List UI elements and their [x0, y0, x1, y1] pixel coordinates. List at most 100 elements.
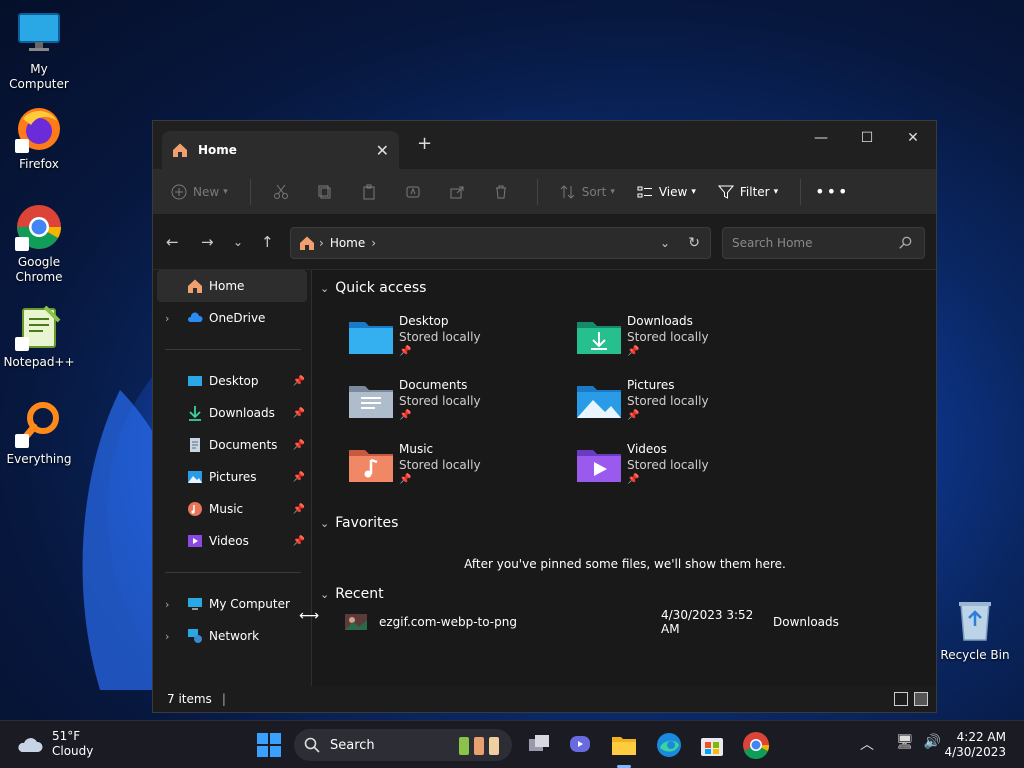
sort-button[interactable]: Sort ▾: [560, 184, 615, 200]
favorites-header[interactable]: ⌄ Favorites: [320, 515, 398, 531]
more-options-button[interactable]: •••: [815, 182, 849, 201]
desktop-icon-recycle-bin[interactable]: Recycle Bin: [936, 596, 1014, 663]
up-arrow-icon[interactable]: ↑: [261, 233, 274, 251]
rename-icon: [406, 186, 420, 197]
file-explorer-taskbar-icon[interactable]: [609, 730, 639, 760]
recent-locations-chevron-icon[interactable]: ⌄: [233, 235, 243, 249]
expand-chevron-icon[interactable]: ›: [165, 598, 169, 611]
command-bar: New ▾ Sort ▾ View ▾ Filter ▾ •••: [153, 169, 936, 215]
desktop-icon-my-computer[interactable]: My Computer: [0, 10, 78, 92]
weather-widget[interactable]: 51°F Cloudy: [16, 729, 93, 759]
clock[interactable]: 4:22 AM 4/30/2023: [944, 730, 1006, 760]
tab-home[interactable]: Home ✕: [162, 131, 399, 169]
address-dropdown-chevron-icon[interactable]: ⌄: [660, 236, 670, 250]
quick-access-downloads[interactable]: Downloads Stored locally 📌: [577, 312, 797, 372]
music-icon: [188, 502, 202, 516]
sidebar-item-videos[interactable]: Videos 📌: [153, 525, 311, 557]
pane-splitter[interactable]: [311, 270, 312, 688]
shortcut-arrow-icon: [15, 139, 29, 153]
close-window-button[interactable]: ✕: [890, 123, 936, 153]
download-icon: [189, 406, 201, 421]
clock-time: 4:22 AM: [956, 730, 1006, 744]
desktop-icon-everything[interactable]: Everything: [0, 400, 78, 467]
quick-access-header[interactable]: ⌄ Quick access: [320, 280, 426, 296]
rename-button[interactable]: [405, 184, 427, 200]
maximize-button[interactable]: ☐: [844, 123, 890, 153]
tab-title: Home: [198, 143, 237, 157]
quick-access-pictures[interactable]: Pictures Stored locally 📌: [577, 376, 797, 436]
filter-button[interactable]: Filter ▾: [717, 184, 778, 200]
chat-icon[interactable]: [566, 730, 596, 760]
expand-chevron-icon[interactable]: ›: [165, 312, 169, 325]
sidebar-item-label: Videos: [209, 534, 249, 548]
paste-button[interactable]: [361, 184, 383, 200]
windows-start-icon[interactable]: [254, 730, 284, 760]
new-tab-button[interactable]: +: [417, 133, 432, 154]
sidebar-item-pictures[interactable]: Pictures 📌: [153, 461, 311, 493]
sidebar-item-my-computer[interactable]: › My Computer: [153, 588, 311, 620]
view-label: View: [658, 184, 688, 199]
microsoft-store-icon[interactable]: [697, 730, 727, 760]
task-view-icon[interactable]: [524, 730, 554, 760]
file-explorer-window: Home ✕ + — ☐ ✕ New ▾ Sort ▾ View ▾ Filte…: [152, 120, 937, 713]
sidebar-item-onedrive[interactable]: › OneDrive: [153, 302, 311, 334]
details-view-icon[interactable]: [894, 692, 908, 706]
recycle-bin-icon: [951, 596, 999, 644]
desktop-icon-firefox[interactable]: Firefox: [0, 105, 78, 172]
volume-icon[interactable]: 🔊: [924, 734, 941, 754]
sidebar-item-label: Documents: [209, 438, 278, 452]
home-icon: [188, 279, 202, 293]
item-count: 7 items: [167, 692, 212, 706]
group-heading: Quick access: [335, 280, 427, 296]
collapse-chevron-icon: ⌄: [320, 516, 330, 530]
refresh-icon[interactable]: ↻: [688, 235, 700, 251]
clock-date: 4/30/2023: [944, 745, 1006, 759]
sidebar-item-documents[interactable]: Documents 📌: [153, 429, 311, 461]
minimize-button[interactable]: —: [798, 123, 844, 153]
back-arrow-icon[interactable]: ←: [166, 233, 179, 251]
pin-icon: 📌: [292, 503, 305, 515]
recent-file-row[interactable]: ezgif.com-webp-to-png 4/30/2023 3:52 AM …: [345, 608, 905, 636]
expand-chevron-icon[interactable]: ›: [165, 630, 169, 643]
close-tab-icon[interactable]: ✕: [376, 141, 389, 160]
tile-name: Pictures: [627, 378, 675, 392]
view-button[interactable]: View ▾: [637, 184, 696, 200]
share-button[interactable]: [449, 184, 471, 200]
breadcrumb-home[interactable]: Home: [330, 236, 365, 250]
copy-button[interactable]: [317, 184, 339, 200]
monitor-icon: [15, 10, 63, 58]
delete-button[interactable]: [493, 184, 515, 200]
forward-arrow-icon[interactable]: →: [201, 233, 214, 251]
address-bar[interactable]: › Home › ⌄ ↻: [290, 227, 711, 259]
cut-button[interactable]: [273, 184, 295, 200]
sidebar-item-downloads[interactable]: Downloads 📌: [153, 397, 311, 429]
sidebar-item-home[interactable]: Home: [157, 270, 307, 302]
large-icons-view-icon[interactable]: [914, 692, 928, 706]
pin-icon: 📌: [292, 375, 305, 387]
sidebar-item-label: Desktop: [209, 374, 259, 388]
pin-icon: 📌: [292, 439, 305, 451]
sidebar-item-label: Network: [209, 629, 260, 643]
chrome-taskbar-icon[interactable]: [741, 730, 771, 760]
show-hidden-icons-chevron-icon[interactable]: ︿: [860, 734, 874, 754]
tile-subtitle: Stored locally: [399, 330, 481, 344]
new-button[interactable]: New ▾: [171, 184, 228, 200]
desktop-icon-google-chrome[interactable]: Google Chrome: [0, 203, 78, 285]
image-file-icon: [345, 614, 367, 630]
sidebar-item-desktop[interactable]: Desktop 📌: [153, 365, 311, 397]
network-status-icon[interactable]: 🖥: [896, 734, 914, 754]
search-input[interactable]: Search Home: [722, 227, 925, 259]
quick-access-videos[interactable]: Videos Stored locally 📌: [577, 440, 797, 500]
desktop-icon-notepad-plus-plus[interactable]: Notepad++: [0, 303, 78, 370]
sidebar-item-network[interactable]: › Network: [153, 620, 311, 652]
desktop-icon-label: Everything: [6, 452, 72, 466]
pin-icon: 📌: [292, 471, 305, 483]
recent-header[interactable]: ⌄ Recent: [320, 586, 384, 602]
quick-access-desktop[interactable]: Desktop Stored locally 📌: [349, 312, 569, 372]
quick-access-documents[interactable]: Documents Stored locally 📌: [349, 376, 569, 436]
edge-icon[interactable]: [654, 730, 684, 760]
quick-access-music[interactable]: Music Stored locally 📌: [349, 440, 569, 500]
taskbar-search[interactable]: Search: [294, 729, 512, 761]
sidebar-item-music[interactable]: Music 📌: [153, 493, 311, 525]
tile-subtitle: Stored locally: [399, 458, 481, 472]
